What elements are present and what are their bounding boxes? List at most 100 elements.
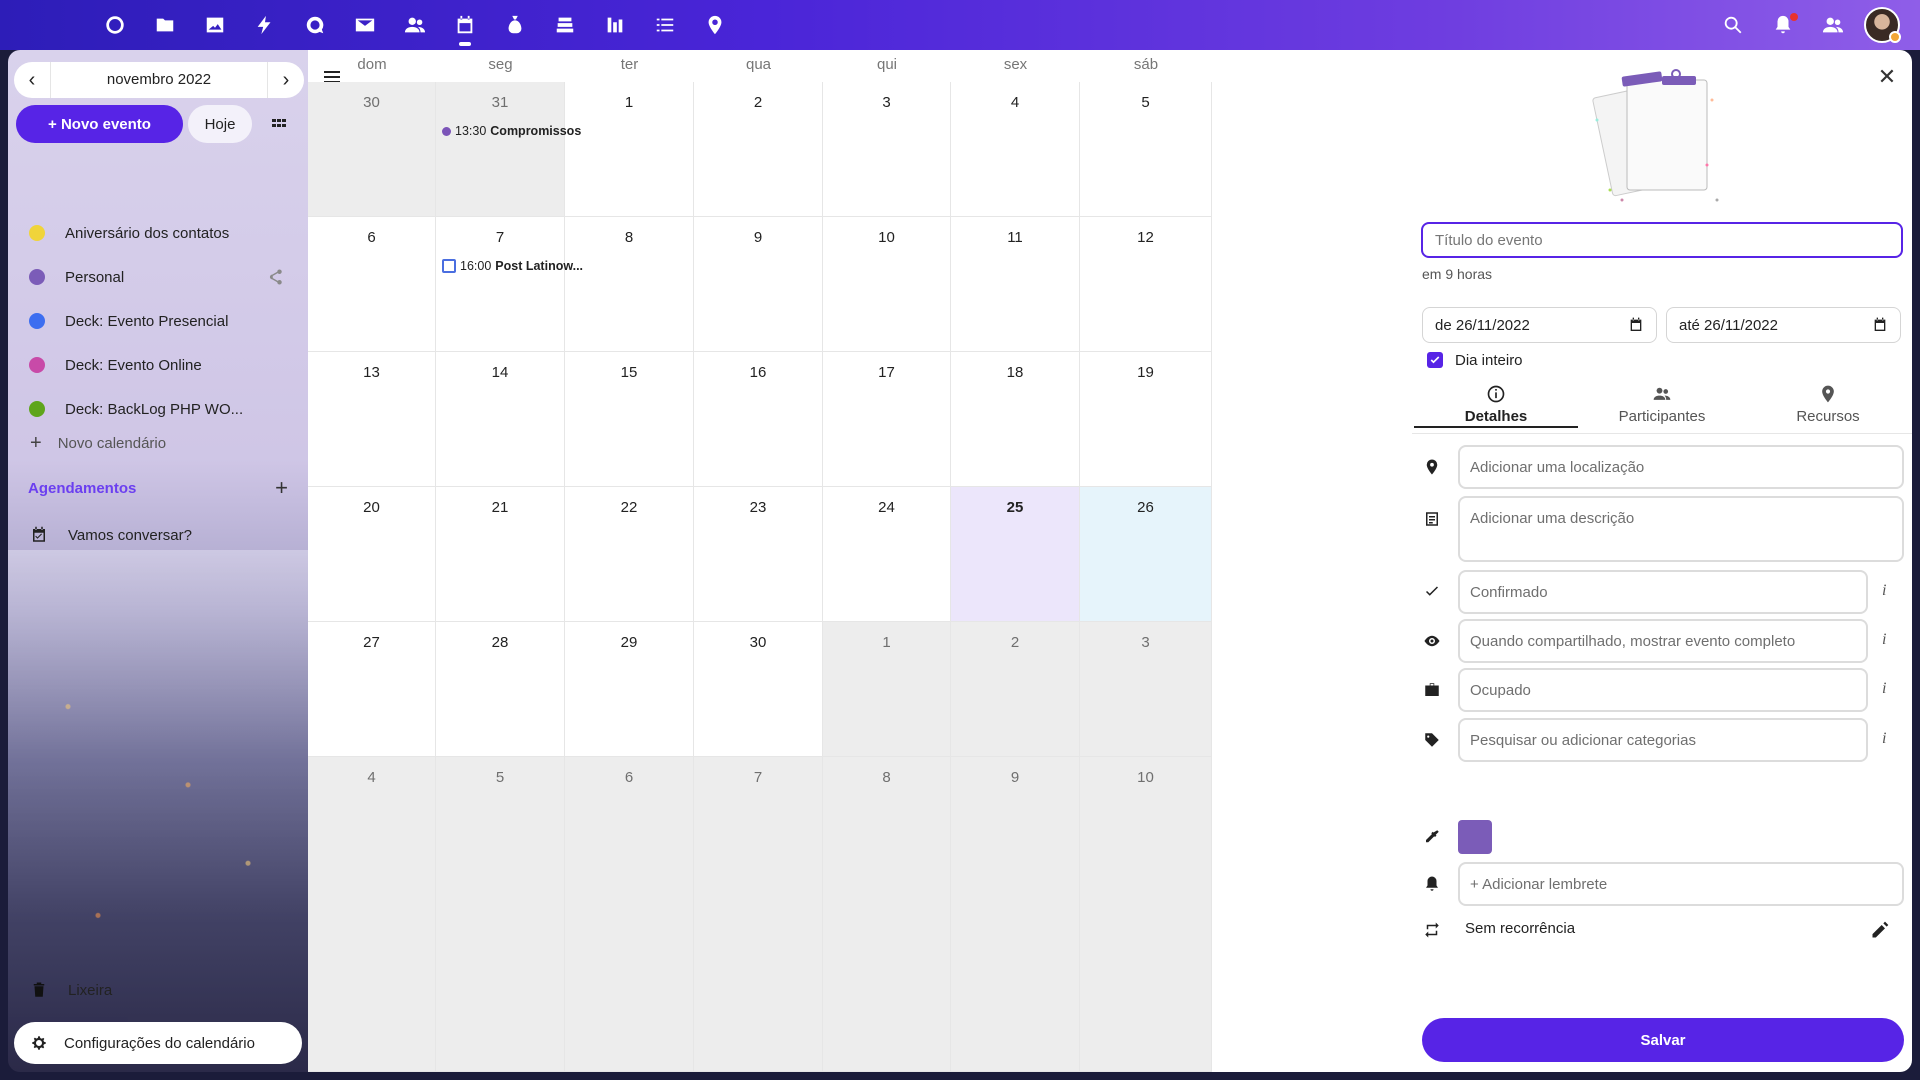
availability-select[interactable]: Ocupado	[1458, 668, 1868, 712]
talk-icon[interactable]	[300, 10, 330, 40]
day-cell[interactable]: 5	[436, 757, 565, 1072]
day-cell[interactable]: 10	[823, 217, 951, 352]
save-button[interactable]: Salvar	[1422, 1018, 1904, 1062]
day-cell[interactable]: 8	[565, 217, 694, 352]
day-number[interactable]: 9	[694, 229, 822, 246]
day-number[interactable]: 22	[565, 499, 693, 516]
tasks-icon[interactable]	[650, 10, 680, 40]
add-appointment-icon[interactable]: +	[275, 475, 288, 501]
calendar-item-deck-online[interactable]: Deck: Evento Online	[8, 347, 308, 383]
calendar-item-deck-presencial[interactable]: Deck: Evento Presencial	[8, 303, 308, 339]
day-number[interactable]: 31	[436, 94, 564, 111]
day-cell[interactable]: 10	[1080, 757, 1212, 1072]
day-cell[interactable]: 1	[823, 622, 951, 757]
day-cell[interactable]: 6	[308, 217, 436, 352]
day-cell[interactable]: 2	[694, 82, 823, 217]
day-cell[interactable]: 14	[436, 352, 565, 487]
tab-resources[interactable]: Recursos	[1746, 380, 1910, 428]
day-cell[interactable]: 2	[951, 622, 1080, 757]
day-cell[interactable]: 3	[1080, 622, 1212, 757]
day-number[interactable]: 28	[436, 634, 564, 651]
day-cell[interactable]: 7	[694, 757, 823, 1072]
files-icon[interactable]	[150, 10, 180, 40]
day-number[interactable]: 3	[1080, 634, 1211, 651]
calendar-item-deck-backlog[interactable]: Deck: BackLog PHP WO...	[8, 391, 308, 427]
day-cell[interactable]: 30	[694, 622, 823, 757]
view-switcher-button[interactable]	[260, 105, 298, 143]
day-number[interactable]: 11	[951, 229, 1079, 246]
info-hint-icon[interactable]: i	[1882, 582, 1902, 600]
add-reminder-button[interactable]: + Adicionar lembrete	[1458, 862, 1904, 906]
day-cell[interactable]: 5	[1080, 82, 1212, 217]
day-cell[interactable]: 15	[565, 352, 694, 487]
day-number[interactable]: 8	[823, 769, 950, 786]
day-cell[interactable]: 27	[308, 622, 436, 757]
mail-icon[interactable]	[350, 10, 380, 40]
day-cell[interactable]: 24	[823, 487, 951, 622]
checkbox-checked-icon[interactable]	[1427, 352, 1443, 368]
day-cell[interactable]: 18	[951, 352, 1080, 487]
dashboard-icon[interactable]	[100, 10, 130, 40]
analytics-icon[interactable]	[600, 10, 630, 40]
previous-month-button[interactable]: ‹	[14, 62, 50, 98]
end-date-field[interactable]: até 26/11/2022	[1666, 307, 1901, 343]
day-cell[interactable]: 25	[951, 487, 1080, 622]
day-cell[interactable]: 16	[694, 352, 823, 487]
today-button[interactable]: Hoje	[188, 105, 252, 143]
task-checkbox-icon[interactable]	[442, 259, 456, 273]
day-number[interactable]: 13	[308, 364, 435, 381]
visibility-select[interactable]: Quando compartilhado, mostrar evento com…	[1458, 619, 1868, 663]
day-cell[interactable]: 7 16:00 Post Latinow...	[436, 217, 583, 352]
new-event-button[interactable]: + Novo evento	[16, 105, 183, 143]
day-number[interactable]: 9	[951, 769, 1079, 786]
start-date-field[interactable]: de 26/11/2022	[1422, 307, 1657, 343]
day-number[interactable]: 29	[565, 634, 693, 651]
day-number[interactable]: 23	[694, 499, 822, 516]
day-number[interactable]: 7	[694, 769, 822, 786]
search-icon[interactable]	[1718, 10, 1748, 40]
day-number[interactable]: 17	[823, 364, 950, 381]
close-icon[interactable]: ✕	[1872, 62, 1902, 92]
day-number[interactable]: 16	[694, 364, 822, 381]
day-number[interactable]: 5	[1080, 94, 1211, 111]
event-title-input[interactable]	[1421, 222, 1903, 258]
share-icon[interactable]	[266, 268, 284, 286]
day-cell[interactable]: 11	[951, 217, 1080, 352]
day-cell[interactable]: 12	[1080, 217, 1212, 352]
calendar-color-dot[interactable]	[29, 225, 45, 241]
day-number[interactable]: 2	[694, 94, 822, 111]
calendar-color-dot[interactable]	[29, 269, 45, 285]
day-number[interactable]: 18	[951, 364, 1079, 381]
day-number[interactable]: 4	[951, 94, 1079, 111]
day-cell[interactable]: 13	[308, 352, 436, 487]
categories-input[interactable]: Pesquisar ou adicionar categorias	[1458, 718, 1868, 762]
day-cell[interactable]: 30	[308, 82, 436, 217]
day-cell[interactable]: 28	[436, 622, 565, 757]
calendar-color-dot[interactable]	[29, 401, 45, 417]
money-icon[interactable]	[500, 10, 530, 40]
day-number[interactable]: 8	[565, 229, 693, 246]
calendar-item-birthdays[interactable]: Aniversário dos contatos	[8, 215, 308, 251]
day-cell[interactable]: 21	[436, 487, 565, 622]
day-number[interactable]: 6	[565, 769, 693, 786]
description-textarea[interactable]: Adicionar uma descrição	[1458, 496, 1904, 562]
deck-icon[interactable]	[550, 10, 580, 40]
calendar-item-personal[interactable]: Personal	[8, 259, 308, 295]
day-number[interactable]: 2	[951, 634, 1079, 651]
day-number[interactable]: 3	[823, 94, 950, 111]
status-select[interactable]: Confirmado	[1458, 570, 1868, 614]
day-cell[interactable]: 20	[308, 487, 436, 622]
calendar-picker-icon[interactable]	[1872, 317, 1888, 333]
day-cell[interactable]: 3	[823, 82, 951, 217]
day-number[interactable]: 12	[1080, 229, 1211, 246]
day-number[interactable]: 26	[1080, 499, 1211, 516]
trash-button[interactable]: Lixeira	[8, 972, 308, 1008]
day-cell[interactable]: 4	[308, 757, 436, 1072]
day-cell[interactable]: 4	[951, 82, 1080, 217]
all-day-checkbox[interactable]: Dia inteiro	[1427, 350, 1523, 370]
day-number[interactable]: 15	[565, 364, 693, 381]
day-number[interactable]: 10	[1080, 769, 1211, 786]
calendar-picker-icon[interactable]	[1628, 317, 1644, 333]
day-number[interactable]: 24	[823, 499, 950, 516]
day-cell[interactable]: 8	[823, 757, 951, 1072]
